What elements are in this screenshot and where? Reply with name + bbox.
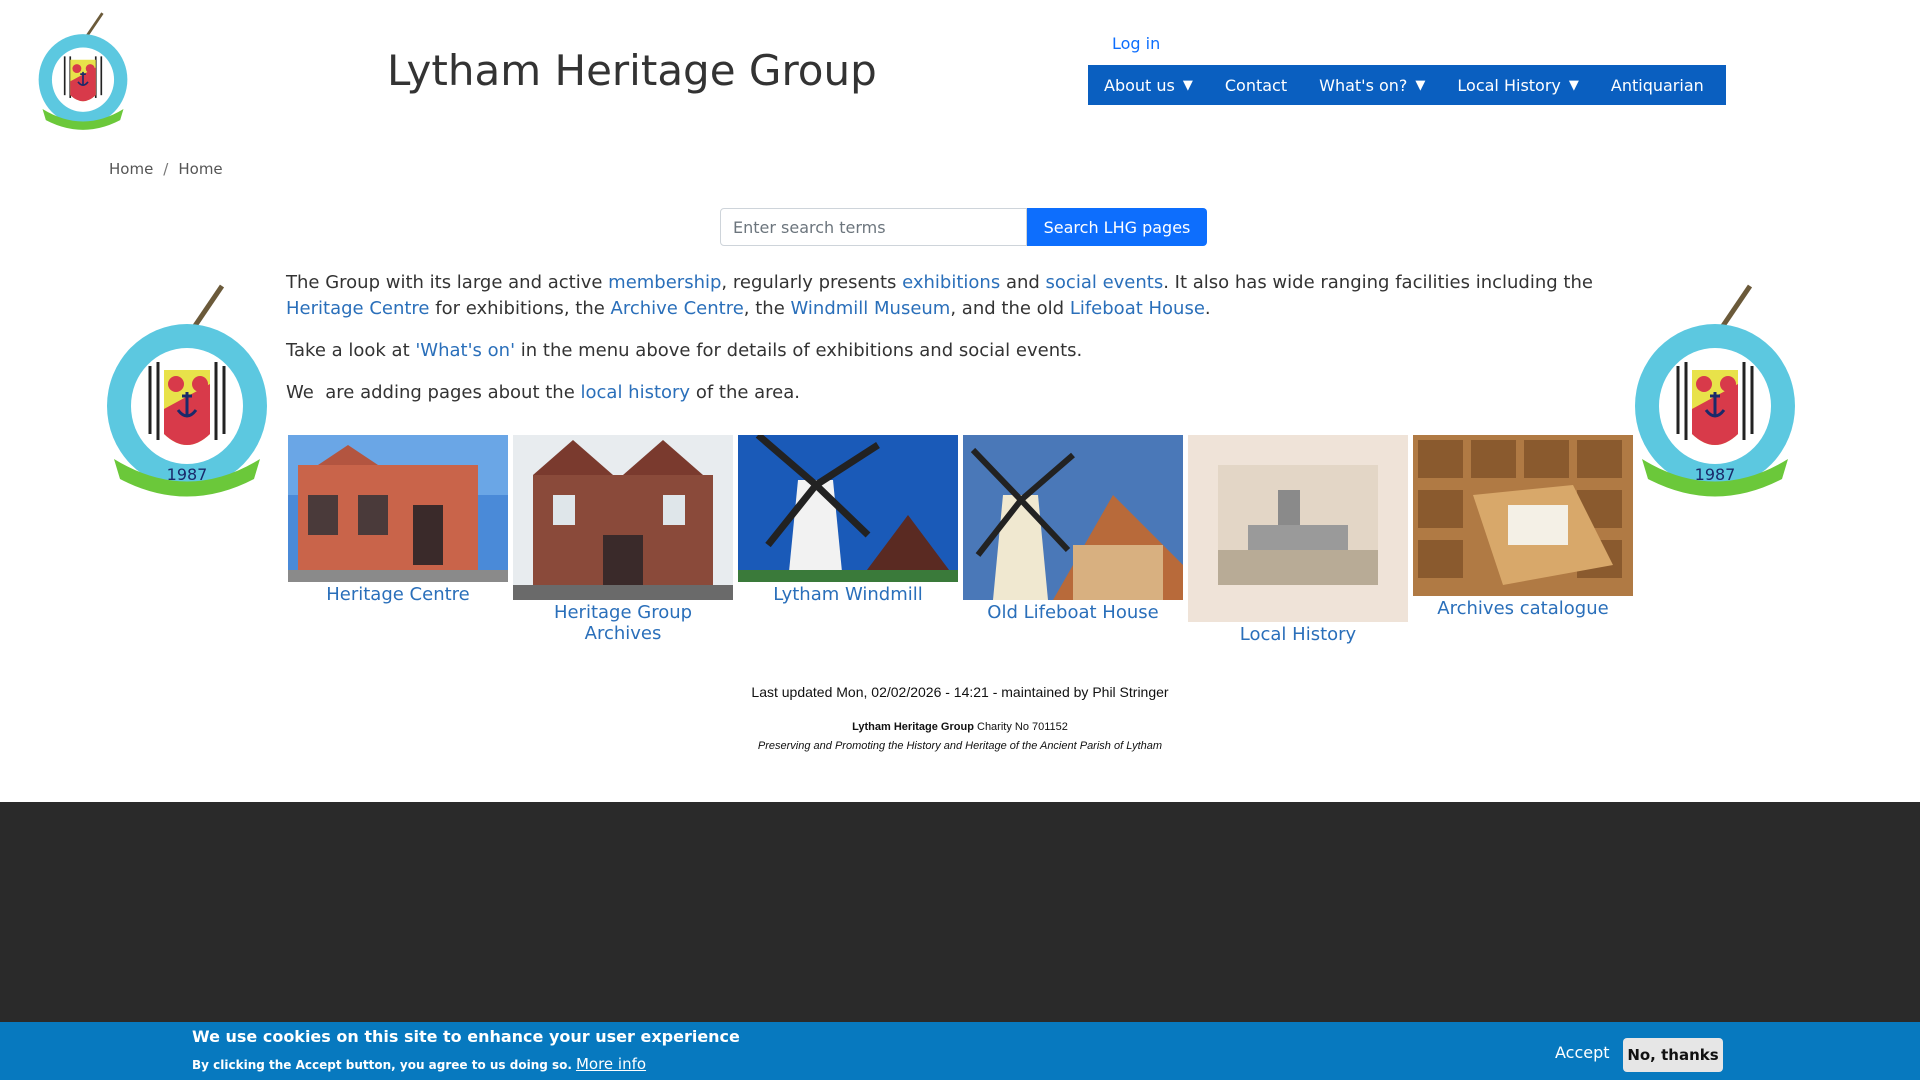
nav-contact-label: Contact (1224, 75, 1288, 95)
intro-paragraph-3: We are adding pages about the local hist… (286, 380, 1616, 406)
gallery-tile-archives-catalogue[interactable]: Archives catalogue (1413, 435, 1633, 645)
crest-emblem (38, 12, 128, 130)
breadcrumb-home[interactable]: Home (109, 160, 153, 178)
text: , regularly presents (721, 272, 903, 293)
last-updated: Last updated Mon, 02/02/2026 - 14:21 - m… (751, 684, 1169, 700)
charity-number: Charity No 701152 (973, 721, 1068, 733)
gallery-tile-heritage-centre[interactable]: Heritage Centre (288, 435, 508, 645)
gallery-caption: Heritage Centre (326, 584, 470, 605)
nav-whats-on[interactable]: What's on? ▼ (1319, 76, 1425, 95)
search-input[interactable] (720, 208, 1027, 246)
breadcrumb-current: Home (178, 160, 223, 178)
gallery-tile-windmill[interactable]: Lytham Windmill (738, 435, 958, 645)
caret-down-icon: ▼ (1568, 77, 1579, 93)
archive-centre-link[interactable]: Archive Centre (611, 298, 744, 319)
text: . (1204, 298, 1211, 319)
text: of the area. (690, 382, 801, 403)
gallery-caption: Local History (1239, 624, 1357, 645)
caret-down-icon: ▼ (1415, 77, 1426, 93)
tagline: Preserving and Promoting the History and… (757, 740, 1163, 752)
lifeboat-house-photo (963, 435, 1183, 600)
nav-antiquarian-label: Antiquarian (1610, 75, 1704, 95)
text: , and the old (950, 298, 1070, 319)
archives-photo (513, 435, 733, 600)
windmill-museum-link[interactable]: Windmill Museum (791, 298, 951, 319)
crest-year: 1987 (167, 465, 208, 484)
local-history-photo (1188, 435, 1408, 622)
search-form: Search LHG pages (720, 208, 1207, 246)
main-nav: About us ▼ Contact What's on? ▼ Local Hist… (1088, 65, 1726, 105)
crest-right: 1987 (1635, 284, 1795, 497)
gallery-caption: Lytham Windmill (773, 584, 923, 605)
heritage-centre-photo (288, 435, 508, 582)
nav-contact[interactable]: Contact (1225, 76, 1287, 95)
heritage-centre-link[interactable]: Heritage Centre (286, 298, 430, 319)
intro-paragraph-1: The Group with its large and active memb… (286, 270, 1616, 322)
whats-on-link[interactable]: 'What's on' (415, 340, 515, 361)
more-info-link[interactable]: More info (576, 1055, 646, 1073)
text: , the (743, 298, 791, 319)
nav-about-us-label: About us (1104, 75, 1175, 95)
windmill-photo (738, 435, 958, 582)
gallery-caption: Old Lifeboat House (987, 602, 1159, 623)
site-title[interactable]: Lytham Heritage Group (387, 46, 877, 95)
cookie-message-text: By clicking the Accept button, you agree… (192, 1058, 572, 1072)
gallery-tile-local-history[interactable]: Local History (1188, 435, 1408, 645)
text: . It also has wide ranging facilities in… (1163, 272, 1593, 293)
gallery-tile-archives[interactable]: Heritage Group Archives (513, 435, 733, 645)
nav-whats-on-label: What's on? (1319, 75, 1408, 95)
search-button[interactable]: Search LHG pages (1027, 208, 1207, 246)
text: and (1000, 272, 1046, 293)
text: We are adding pages about the (286, 382, 581, 403)
site-footer (0, 802, 1920, 1022)
gallery-caption: Heritage Group Archives (553, 602, 693, 644)
intro-paragraph-2: Take a look at 'What's on' in the menu a… (286, 338, 1616, 364)
archives-catalogue-photo (1413, 435, 1633, 596)
text: for exhibitions, the (429, 298, 611, 319)
login-link[interactable]: Log in (1112, 34, 1160, 53)
charity-name: Lytham Heritage Group (852, 721, 974, 733)
cookie-message: By clicking the Accept button, you agree… (192, 1055, 646, 1073)
breadcrumb-separator: / (163, 160, 169, 178)
gallery-tile-lifeboat-house[interactable]: Old Lifeboat House (963, 435, 1183, 645)
site-logo[interactable] (36, 12, 130, 134)
membership-link[interactable]: membership (608, 272, 721, 293)
charity-info: Lytham Heritage Group Charity No 701152 (0, 721, 1920, 733)
gallery-caption: Archives catalogue (1437, 598, 1609, 619)
crest-year: 1987 (1695, 465, 1736, 484)
text: Take a look at (286, 340, 416, 361)
accept-cookies-button[interactable]: Accept (1546, 1035, 1619, 1069)
nav-about-us[interactable]: About us ▼ (1104, 76, 1193, 95)
gallery: Heritage Centre Heritage Group Archives … (288, 435, 1633, 645)
nav-local-history[interactable]: Local History ▼ (1457, 76, 1578, 95)
crest-left: 1987 (107, 284, 267, 497)
cookie-banner: We use cookies on this site to enhance y… (0, 1022, 1920, 1080)
breadcrumb: Home / Home (109, 160, 223, 178)
nav-local-history-label: Local History (1457, 75, 1561, 95)
lifeboat-house-link[interactable]: Lifeboat House (1070, 298, 1205, 319)
caret-down-icon: ▼ (1182, 77, 1193, 93)
text: The Group with its large and active (286, 272, 609, 293)
decline-cookies-button[interactable]: No, thanks (1623, 1038, 1723, 1072)
intro-text: The Group with its large and active memb… (286, 270, 1616, 422)
local-history-link[interactable]: local history (581, 382, 691, 403)
text: in the menu above for details of exhibit… (515, 340, 1083, 361)
nav-antiquarian[interactable]: Antiquarian (1611, 76, 1704, 95)
social-events-link[interactable]: social events (1046, 272, 1164, 293)
cookie-title: We use cookies on this site to enhance y… (192, 1027, 740, 1046)
exhibitions-link[interactable]: exhibitions (902, 272, 1000, 293)
